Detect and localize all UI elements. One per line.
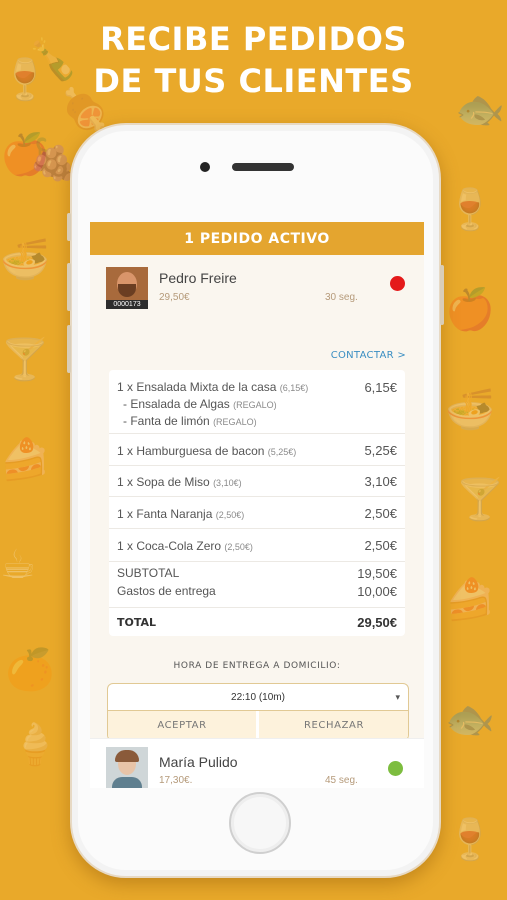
phone-side-button — [440, 265, 444, 325]
delivery-fee-value: 10,00€ — [357, 584, 397, 599]
delivery-time-select[interactable]: 22:10 (10m) ▾ — [108, 684, 408, 711]
delivery-time-label: HORA DE ENTREGA A DOMICILIO: — [173, 661, 341, 671]
item-unit-price: (2,50€) — [215, 510, 245, 520]
cocktail-icon: 🍸 — [455, 478, 505, 522]
extra-note: (REGALO) — [213, 417, 257, 427]
popsicle-icon: 🍦 — [10, 723, 60, 767]
delivery-box: 22:10 (10m) ▾ ACEPTAR RECHAZAR — [107, 683, 409, 741]
customer-name: María Pulido — [159, 754, 238, 770]
chevron-down-icon: ▾ — [395, 692, 400, 702]
avatar-id-tag: 0000173 — [106, 300, 148, 309]
phone-speaker — [232, 163, 294, 171]
headline-line-2: DE TUS CLIENTES — [93, 62, 414, 100]
cake-icon: 🍰 — [0, 438, 50, 482]
contact-link[interactable]: CONTACTAR > — [331, 350, 406, 361]
avatar-beard — [118, 284, 136, 297]
subtotal-row: SUBTOTAL 19,50€ — [109, 566, 405, 584]
list-item: 1 x Coca-Cola Zero (2,50€) 2,50€ — [109, 529, 405, 562]
item-description: 1 x Sopa de Miso (3,10€) — [117, 475, 242, 489]
item-price: 2,50€ — [364, 538, 397, 553]
customer-price: 17,30€. — [159, 775, 193, 786]
delivery-fee-row: Gastos de entrega 10,00€ — [109, 584, 405, 602]
item-price: 3,10€ — [364, 474, 397, 489]
home-button[interactable] — [229, 792, 291, 854]
status-dot-ok — [388, 761, 403, 776]
headline-line-1: RECIBE PEDIDOS — [100, 20, 407, 58]
item-extra: - Fanta de limón (REGALO) — [123, 414, 257, 428]
phone-side-button — [67, 263, 71, 311]
noodles-icon: 🍜 — [445, 388, 495, 432]
list-item: 1 x Hamburguesa de bacon (5,25€) 5,25€ — [109, 434, 405, 466]
citrus-icon: 🍊 — [5, 648, 55, 692]
item-price: 5,25€ — [364, 443, 397, 458]
order-card: 0000173 Pedro Freire 29,50€ 30 seg. CONT… — [90, 255, 424, 752]
wine-glass-icon: 🍷 — [445, 188, 495, 232]
customer-price: 29,50€ — [159, 292, 190, 303]
item-name: 1 x Sopa de Miso — [117, 475, 210, 489]
customer-row[interactable]: 0000173 Pedro Freire 29,50€ 30 seg. — [106, 267, 406, 309]
list-item: 1 x Sopa de Miso (3,10€) 3,10€ — [109, 466, 405, 497]
subtotal-value: 19,50€ — [357, 566, 397, 581]
item-price: 2,50€ — [364, 506, 397, 521]
item-unit-price: (6,15€) — [279, 383, 309, 393]
item-unit-price: (3,10€) — [213, 478, 242, 488]
active-orders-bar: 1 PEDIDO ACTIVO — [90, 222, 424, 255]
accept-button[interactable]: ACEPTAR — [108, 711, 258, 740]
phone-side-button — [67, 213, 71, 241]
item-name: 1 x Hamburguesa de bacon — [117, 444, 265, 458]
phone-camera — [200, 162, 210, 172]
subtotal-label: SUBTOTAL — [117, 566, 180, 580]
noodles-icon: 🍜 — [0, 238, 50, 282]
delivery-time-value: 22:10 (10m) — [231, 692, 285, 703]
totals: SUBTOTAL 19,50€ Gastos de entrega 10,00€ — [109, 566, 405, 602]
item-description: 1 x Hamburguesa de bacon (5,25€) — [117, 444, 296, 458]
item-unit-price: (2,50€) — [224, 542, 253, 552]
customer-name: Pedro Freire — [159, 270, 237, 286]
item-unit-price: (5,25€) — [267, 447, 297, 457]
coffee-icon: ☕ — [0, 543, 36, 587]
total-row: TOTAL 29,50€ — [109, 607, 405, 635]
extra-note: (REGALO) — [233, 400, 277, 410]
reject-button[interactable]: RECHAZAR — [259, 711, 408, 740]
order-elapsed-time: 45 seg. — [325, 775, 358, 786]
delivery-fee-label: Gastos de entrega — [117, 584, 216, 598]
order-card-second[interactable]: María Pulido 17,30€. 45 seg. — [90, 738, 424, 788]
extra-name: - Ensalada de Algas — [123, 397, 230, 411]
list-item: 1 x Ensalada Mixta de la casa (6,15€) 6,… — [109, 370, 405, 434]
item-name: 1 x Fanta Naranja — [117, 507, 213, 521]
item-description: 1 x Coca-Cola Zero (2,50€) — [117, 539, 253, 553]
list-item: 1 x Fanta Naranja (2,50€) 2,50€ — [109, 497, 405, 529]
fish-icon: 🐟 — [445, 698, 495, 742]
cocktail-icon: 🍸 — [0, 338, 50, 382]
item-name: 1 x Coca-Cola Zero — [117, 539, 222, 553]
item-price: 6,15€ — [364, 380, 397, 395]
item-description: 1 x Ensalada Mixta de la casa (6,15€) — [117, 380, 308, 394]
order-items: 1 x Ensalada Mixta de la casa (6,15€) 6,… — [109, 370, 405, 636]
extra-name: - Fanta de limón — [123, 414, 210, 428]
wine-glass-icon: 🍷 — [445, 818, 495, 862]
app-screen: 1 PEDIDO ACTIVO 0000173 Pedro Freire 29,… — [90, 222, 424, 788]
phone-side-button — [67, 325, 71, 373]
item-description: 1 x Fanta Naranja (2,50€) — [117, 507, 244, 521]
order-elapsed-time: 30 seg. — [325, 292, 358, 303]
avatar — [106, 747, 148, 788]
total-value: 29,50€ — [357, 615, 397, 630]
fruit-icon: 🍎 — [445, 288, 495, 332]
headline: RECIBE PEDIDOS DE TUS CLIENTES — [0, 18, 507, 102]
status-dot-pending — [390, 276, 405, 291]
cake-icon: 🍰 — [445, 578, 495, 622]
avatar-body — [112, 777, 142, 788]
item-extra: - Ensalada de Algas (REGALO) — [123, 397, 277, 411]
item-name: 1 x Ensalada Mixta de la casa — [117, 380, 277, 394]
avatar: 0000173 — [106, 267, 148, 309]
total-label: TOTAL — [117, 616, 157, 629]
avatar-hair — [115, 750, 139, 762]
